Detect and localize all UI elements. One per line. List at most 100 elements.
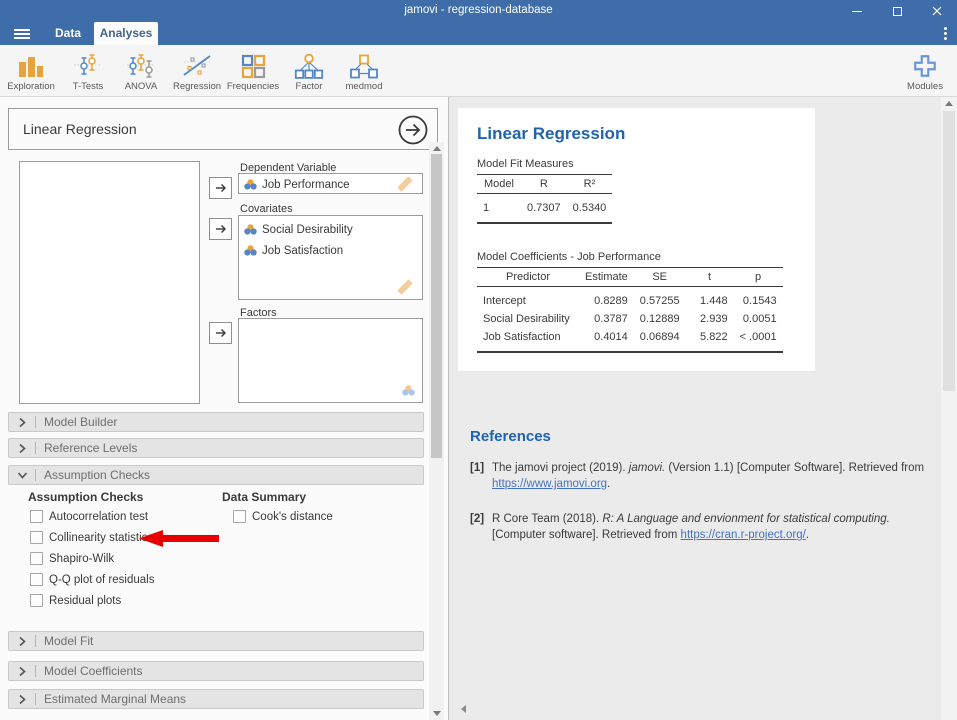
assign-dependent-button[interactable] bbox=[209, 177, 232, 199]
continuous-ruler-icon bbox=[397, 279, 413, 295]
scrollbar-thumb[interactable] bbox=[431, 154, 442, 458]
ribbon-item-label: medmod bbox=[336, 81, 392, 92]
variable-name: Job Performance bbox=[262, 179, 350, 191]
modules-label: Modules bbox=[898, 81, 952, 92]
cell-p: 0.1543 bbox=[734, 287, 783, 311]
reference-text: R Core Team (2018). R: A Language and en… bbox=[492, 511, 940, 543]
checkbox-row-shapiro-wilk: Shapiro-Wilk bbox=[30, 552, 114, 565]
scroll-up-icon[interactable] bbox=[433, 146, 441, 151]
section-label: Reference Levels bbox=[44, 441, 137, 455]
column-header: Predictor bbox=[477, 268, 579, 287]
cooks-distance-checkbox[interactable] bbox=[233, 510, 246, 523]
covariates-box[interactable]: Social Desirability Job Satisfaction bbox=[238, 215, 423, 300]
cell-r: 0.7307 bbox=[521, 194, 567, 224]
hamburger-menu-icon[interactable] bbox=[14, 29, 30, 41]
chevron-down-icon bbox=[9, 469, 35, 481]
close-button[interactable] bbox=[917, 0, 957, 22]
checkbox-label: Shapiro-Wilk bbox=[49, 553, 114, 565]
cell-r2: 0.5340 bbox=[567, 194, 613, 224]
minimize-button[interactable] bbox=[837, 0, 877, 22]
scroll-down-icon[interactable] bbox=[433, 711, 441, 716]
continuous-variable-icon bbox=[244, 179, 257, 190]
assign-covariate-button[interactable] bbox=[209, 218, 232, 240]
model-fit-table: Model R R² 1 0.7307 0.5340 bbox=[477, 174, 612, 224]
residual-plots-checkbox[interactable] bbox=[30, 594, 43, 607]
chevron-right-icon bbox=[9, 665, 35, 678]
assign-factor-button[interactable] bbox=[209, 322, 232, 344]
dependent-variable-box[interactable]: Job Performance bbox=[238, 173, 423, 194]
analysis-header: Linear Regression bbox=[8, 108, 438, 150]
reference-number: [2] bbox=[470, 511, 492, 543]
autocorrelation-checkbox[interactable] bbox=[30, 510, 43, 523]
variable-name: Job Satisfaction bbox=[262, 245, 343, 257]
title-bar: jamovi - regression-database bbox=[0, 0, 957, 22]
options-panel: Linear Regression Dependent Variable bbox=[0, 97, 448, 720]
plus-icon bbox=[898, 49, 952, 79]
ribbon-item-regression[interactable]: Regression bbox=[169, 49, 225, 95]
cell-se: 0.57255 bbox=[634, 287, 686, 311]
ribbon-item-ttests[interactable]: T-Tests bbox=[60, 49, 116, 95]
variable-item[interactable]: Job Performance bbox=[239, 174, 422, 195]
column-header: p bbox=[734, 268, 783, 287]
section-label: Model Fit bbox=[44, 634, 93, 648]
tab-analyses[interactable]: Analyses bbox=[94, 22, 158, 45]
section-model-fit[interactable]: Model Fit bbox=[8, 631, 424, 651]
ribbon-item-anova[interactable]: ANOVA bbox=[113, 49, 169, 95]
ribbon-item-label: Frequencies bbox=[225, 81, 281, 92]
results-card[interactable]: Linear Regression Model Fit Measures Mod… bbox=[458, 108, 815, 371]
reference-text-italic: jamovi. bbox=[629, 462, 665, 474]
ribbon-item-factor[interactable]: Factor bbox=[281, 49, 337, 95]
reference-link[interactable]: https://cran.r-project.org/ bbox=[681, 529, 806, 541]
scroll-left-icon[interactable] bbox=[461, 705, 466, 713]
scrollbar-thumb[interactable] bbox=[943, 111, 955, 391]
available-variables-list[interactable] bbox=[19, 161, 200, 404]
section-model-coefficients[interactable]: Model Coefficients bbox=[8, 661, 424, 681]
circled-arrow-icon bbox=[397, 114, 429, 146]
checkbox-label: Cook's distance bbox=[252, 511, 333, 523]
column-header: t bbox=[686, 268, 734, 287]
ribbon-item-exploration[interactable]: Exploration bbox=[3, 49, 59, 95]
section-assumption-checks[interactable]: Assumption Checks bbox=[8, 465, 424, 485]
ribbon-item-medmod[interactable]: medmod bbox=[336, 49, 392, 95]
collapse-options-button[interactable] bbox=[397, 114, 429, 146]
reference-item: [2] R Core Team (2018). R: A Language an… bbox=[470, 511, 948, 543]
section-estimated-marginal-means[interactable]: Estimated Marginal Means bbox=[8, 689, 424, 709]
reference-item: [1] The jamovi project (2019). jamovi. (… bbox=[470, 460, 948, 492]
modules-button[interactable]: Modules bbox=[898, 49, 952, 95]
collinearity-checkbox[interactable] bbox=[30, 531, 43, 544]
coefficients-caption: Model Coefficients - Job Performance bbox=[477, 251, 661, 263]
table-row: 1 0.7307 0.5340 bbox=[477, 194, 612, 224]
scroll-up-icon[interactable] bbox=[945, 101, 953, 106]
right-arrow-icon bbox=[214, 182, 228, 194]
factor-tree-icon bbox=[281, 49, 337, 79]
maximize-button[interactable] bbox=[877, 0, 917, 22]
cell-p: < .0001 bbox=[734, 328, 783, 352]
section-model-builder[interactable]: Model Builder bbox=[8, 412, 424, 432]
cell-predictor: Intercept bbox=[477, 287, 579, 311]
separator bbox=[35, 693, 36, 705]
ribbon-item-label: Factor bbox=[281, 81, 337, 92]
variable-item[interactable]: Social Desirability bbox=[239, 219, 422, 240]
mediation-diagram-icon bbox=[336, 49, 392, 79]
checkbox-label: Residual plots bbox=[49, 595, 121, 607]
reference-link[interactable]: https://www.jamovi.org bbox=[492, 478, 607, 490]
options-scrollbar[interactable] bbox=[429, 142, 444, 720]
cell-estimate: 0.8289 bbox=[579, 287, 634, 311]
analysis-title: Linear Regression bbox=[23, 121, 137, 137]
anova-error-bars-icon bbox=[113, 49, 169, 79]
qq-plot-checkbox[interactable] bbox=[30, 573, 43, 586]
model-fit-caption: Model Fit Measures bbox=[477, 158, 574, 170]
shapiro-wilk-checkbox[interactable] bbox=[30, 552, 43, 565]
results-scrollbar[interactable] bbox=[941, 97, 957, 720]
checkbox-row-residual-plots: Residual plots bbox=[30, 594, 121, 607]
overflow-menu-icon[interactable] bbox=[944, 27, 947, 40]
tab-data[interactable]: Data bbox=[42, 22, 94, 45]
variable-item[interactable]: Job Satisfaction bbox=[239, 240, 422, 261]
ribbon-item-frequencies[interactable]: Frequencies bbox=[225, 49, 281, 95]
reference-text-part: (Version 1.1) [Computer Software]. Retri… bbox=[665, 462, 924, 474]
section-label: Assumption Checks bbox=[44, 468, 150, 482]
reference-text-part: The jamovi project (2019). bbox=[492, 462, 629, 474]
factors-box[interactable] bbox=[238, 318, 423, 403]
continuous-variable-icon bbox=[244, 245, 257, 256]
section-reference-levels[interactable]: Reference Levels bbox=[8, 438, 424, 458]
